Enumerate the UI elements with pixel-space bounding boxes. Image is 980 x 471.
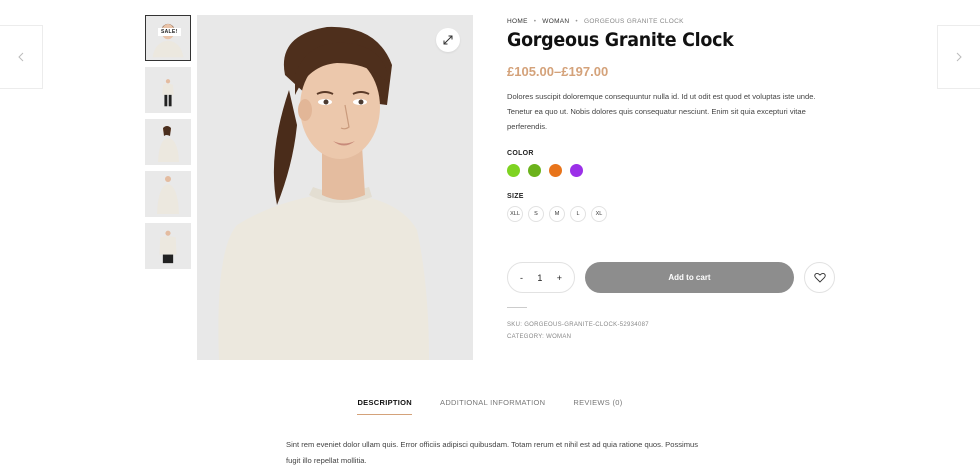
quantity-decrease-button[interactable]: -: [520, 273, 523, 283]
prev-product-button[interactable]: [0, 25, 43, 89]
product-title: Gorgeous Granite Clock: [507, 29, 734, 51]
product-thumbnail-image: [157, 176, 179, 214]
size-option-xl[interactable]: XL: [591, 206, 607, 222]
color-swatch-2[interactable]: [528, 164, 541, 177]
size-option-xll[interactable]: XLL: [507, 206, 523, 222]
add-to-cart-button[interactable]: Add to cart: [585, 262, 794, 293]
category-link[interactable]: WOMAN: [546, 334, 571, 340]
heart-icon: [813, 272, 826, 283]
color-swatch-1[interactable]: [507, 164, 520, 177]
thumbnail-1[interactable]: SALE!: [145, 15, 191, 61]
tab-additional-information[interactable]: ADDITIONAL INFORMATION: [440, 398, 545, 415]
expand-icon: [443, 35, 453, 45]
product-thumbnail-image: [159, 230, 177, 264]
product-meta: SKU: GORGEOUS-GRANITE-CLOCK-52934087 CAT…: [507, 319, 649, 343]
product-tabs: DESCRIPTION ADDITIONAL INFORMATION REVIE…: [0, 398, 980, 415]
size-option-s[interactable]: S: [528, 206, 544, 222]
product-thumbnail-image: [162, 79, 174, 107]
breadcrumb: HOME • WOMAN • GORGEOUS GRANITE CLOCK: [507, 15, 837, 27]
breadcrumb-woman[interactable]: WOMAN: [542, 18, 569, 25]
sku-value: GORGEOUS-GRANITE-CLOCK-52934087: [524, 322, 649, 328]
thumbnail-3[interactable]: [145, 119, 191, 165]
product-short-description: Dolores suscipit doloremque consequuntur…: [507, 92, 816, 131]
quantity-stepper: - 1 +: [507, 262, 575, 293]
add-to-cart-row: - 1 + Add to cart: [507, 262, 837, 293]
breadcrumb-home[interactable]: HOME: [507, 18, 528, 25]
size-label: SIZE: [507, 193, 524, 200]
sku-label: SKU:: [507, 322, 523, 328]
thumbnail-5[interactable]: [145, 223, 191, 269]
size-option-l[interactable]: L: [570, 206, 586, 222]
breadcrumb-current: GORGEOUS GRANITE CLOCK: [584, 17, 684, 25]
product-price: £105.00–£197.00: [507, 64, 609, 79]
tab-reviews[interactable]: REVIEWS (0): [573, 398, 622, 415]
thumbnail-2[interactable]: [145, 67, 191, 113]
color-label: COLOR: [507, 150, 534, 157]
breadcrumb-separator: •: [533, 17, 537, 25]
category-row: CATEGORY: WOMAN: [507, 331, 649, 343]
main-product-image[interactable]: [197, 15, 473, 360]
chevron-left-icon: [18, 52, 24, 62]
quantity-input[interactable]: 1: [537, 273, 542, 283]
zoom-button[interactable]: [436, 28, 460, 52]
size-option-m[interactable]: M: [549, 206, 565, 222]
product-photo: [197, 15, 473, 360]
tab-description[interactable]: DESCRIPTION: [357, 398, 413, 415]
product-summary: HOME • WOMAN • GORGEOUS GRANITE CLOCK Go…: [507, 15, 837, 340]
sale-badge: SALE!: [158, 28, 181, 36]
sku-row: SKU: GORGEOUS-GRANITE-CLOCK-52934087: [507, 319, 649, 331]
breadcrumb-separator: •: [575, 17, 578, 25]
wishlist-button[interactable]: [804, 262, 835, 293]
thumbnail-list: SALE!: [145, 15, 191, 275]
color-swatch-4[interactable]: [570, 164, 583, 177]
meta-divider: [507, 307, 527, 308]
category-label: CATEGORY:: [507, 334, 545, 340]
size-options: XLL S M L XL: [507, 206, 837, 222]
product-thumbnail-image: [158, 126, 179, 162]
color-swatches: [507, 164, 837, 177]
product-thumbnail-image: [152, 23, 184, 58]
quantity-increase-button[interactable]: +: [557, 273, 562, 283]
next-product-button[interactable]: [937, 25, 980, 89]
chevron-right-icon: [956, 52, 962, 62]
thumbnail-4[interactable]: [145, 171, 191, 217]
color-swatch-3[interactable]: [549, 164, 562, 177]
description-content: Sint rem eveniet dolor ullam quis. Error…: [286, 440, 699, 465]
